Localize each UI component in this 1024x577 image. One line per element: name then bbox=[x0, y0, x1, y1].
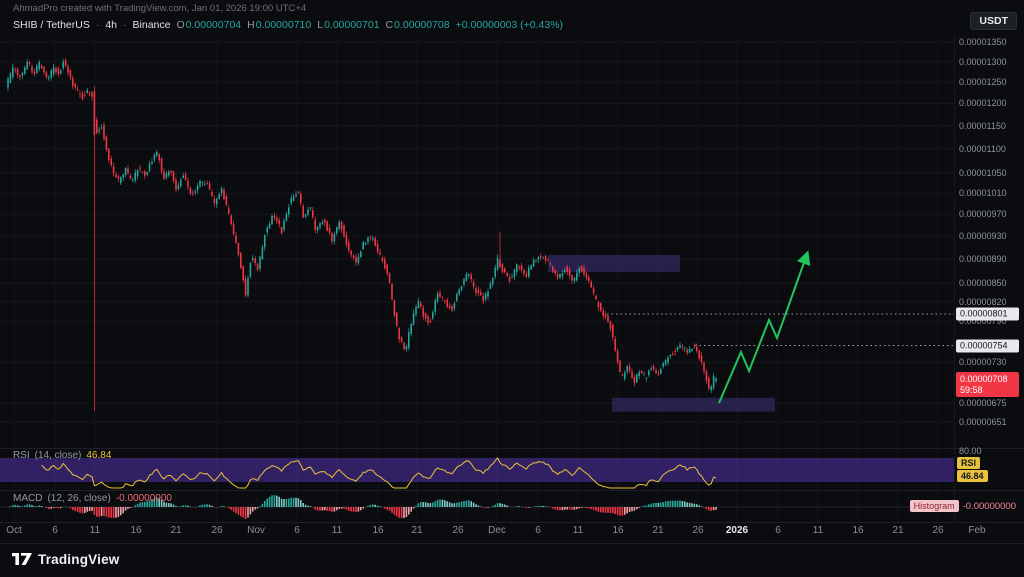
pane-separator[interactable] bbox=[0, 448, 1024, 449]
time-axis-label[interactable]: 26 bbox=[211, 525, 222, 536]
symbol-name[interactable]: SHIB / TetherUS bbox=[13, 19, 90, 31]
time-axis-separator bbox=[0, 522, 1024, 523]
close-label: C bbox=[386, 19, 394, 31]
time-axis-label[interactable]: 16 bbox=[852, 525, 863, 536]
pane-separator[interactable] bbox=[0, 490, 1024, 491]
legend-separator: · bbox=[123, 19, 127, 31]
time-axis-label[interactable]: 21 bbox=[652, 525, 663, 536]
price-axis-label: 0.00000970 bbox=[959, 209, 1007, 219]
time-axis-label[interactable]: 16 bbox=[612, 525, 623, 536]
high-label: H bbox=[247, 19, 255, 31]
interval-label[interactable]: 4h bbox=[105, 19, 117, 31]
price-axis-label: 0.00001150 bbox=[959, 121, 1006, 131]
tradingview-logo-icon[interactable] bbox=[12, 551, 32, 572]
time-axis-label[interactable]: 26 bbox=[932, 525, 943, 536]
time-axis-label[interactable]: Nov bbox=[247, 525, 265, 536]
rsi-current-value: 46.84 bbox=[86, 450, 111, 461]
low-value: 0.00000701 bbox=[324, 19, 379, 31]
price-level-label-801[interactable]: 0.00000801 bbox=[956, 308, 1019, 321]
rsi-axis-value-badge: 46.84 bbox=[957, 470, 988, 482]
time-axis-label[interactable]: 2026 bbox=[726, 525, 748, 536]
price-axis-label: 0.00001010 bbox=[959, 188, 1007, 198]
tradingview-snapshot: AhmadPro created with TradingView.com, J… bbox=[0, 0, 1024, 577]
macd-axis-badges: Histogram -0.00000000 bbox=[910, 500, 1016, 512]
price-axis-label: 0.00001300 bbox=[959, 57, 1007, 67]
time-axis-label[interactable]: 16 bbox=[130, 525, 141, 536]
price-axis-label: 0.00000651 bbox=[959, 417, 1007, 427]
time-axis-label[interactable]: 6 bbox=[52, 525, 58, 536]
last-price-value: 0.00000708 bbox=[960, 374, 1019, 385]
price-axis-label: 0.00001100 bbox=[959, 144, 1006, 154]
price-axis-label: 0.00000675 bbox=[959, 398, 1007, 408]
price-axis-label: 0.00000890 bbox=[959, 254, 1007, 264]
time-axis-label[interactable]: 11 bbox=[813, 525, 823, 536]
time-axis-label[interactable]: 6 bbox=[775, 525, 781, 536]
time-axis-label[interactable]: 26 bbox=[452, 525, 463, 536]
macd-current-value: -0.00000000 bbox=[116, 493, 172, 504]
time-axis-label[interactable]: 6 bbox=[535, 525, 541, 536]
time-axis-label[interactable]: 11 bbox=[573, 525, 583, 536]
open-label: O bbox=[176, 19, 184, 31]
price-axis-label: 0.00001200 bbox=[959, 98, 1007, 108]
price-level-label-754[interactable]: 0.00000754 bbox=[956, 339, 1019, 352]
high-value: 0.00000710 bbox=[256, 19, 311, 31]
time-axis-label[interactable]: 21 bbox=[170, 525, 181, 536]
histogram-badge: Histogram bbox=[910, 500, 959, 512]
bar-countdown: 59:58 bbox=[960, 385, 1019, 396]
rsi-params: (14, close) bbox=[35, 450, 82, 461]
chart-legend[interactable]: SHIB / TetherUS · 4h · Binance O0.000007… bbox=[13, 19, 563, 31]
watermark: AhmadPro created with TradingView.com, J… bbox=[13, 3, 306, 14]
price-axis-label: 0.00000820 bbox=[959, 297, 1007, 307]
footer-separator bbox=[0, 543, 1024, 544]
price-axis-label: 0.00001050 bbox=[959, 168, 1007, 178]
price-axis-label: 0.00000730 bbox=[959, 357, 1007, 367]
legend-separator: · bbox=[96, 19, 100, 31]
price-axis-label: 0.00000850 bbox=[959, 278, 1007, 288]
exchange-label: Binance bbox=[133, 19, 171, 31]
time-axis-label[interactable]: Oct bbox=[6, 525, 22, 536]
histogram-value: -0.00000000 bbox=[963, 501, 1016, 512]
rsi-title: RSI bbox=[13, 450, 30, 461]
rsi-scale-label: 80.00 bbox=[959, 446, 982, 456]
macd-indicator-legend[interactable]: MACD (12, 26, close) -0.00000000 bbox=[13, 493, 172, 504]
currency-toggle-button[interactable]: USDT bbox=[970, 12, 1017, 30]
price-axis-label: 0.00000930 bbox=[959, 231, 1007, 241]
low-label: L bbox=[317, 19, 323, 31]
last-price-label: 0.00000708 59:58 bbox=[956, 372, 1019, 397]
close-value: 0.00000708 bbox=[394, 19, 449, 31]
time-axis-label[interactable]: 6 bbox=[294, 525, 300, 536]
time-axis-label[interactable]: Feb bbox=[968, 525, 985, 536]
tradingview-wordmark[interactable]: TradingView bbox=[38, 552, 119, 567]
rsi-axis-badge: RSI bbox=[957, 457, 980, 469]
time-axis-label[interactable]: Dec bbox=[488, 525, 506, 536]
time-axis-label[interactable]: 26 bbox=[692, 525, 703, 536]
macd-params: (12, 26, close) bbox=[47, 493, 110, 504]
time-axis-label[interactable]: 16 bbox=[372, 525, 383, 536]
price-axis-label: 0.00001350 bbox=[959, 37, 1007, 47]
time-axis-label[interactable]: 11 bbox=[332, 525, 342, 536]
price-axis-label: 0.00001250 bbox=[959, 77, 1007, 87]
time-axis-label[interactable]: 21 bbox=[892, 525, 903, 536]
rsi-indicator-legend[interactable]: RSI (14, close) 46.84 bbox=[13, 450, 111, 461]
macd-title: MACD bbox=[13, 493, 42, 504]
time-axis-label[interactable]: 21 bbox=[411, 525, 422, 536]
time-axis-label[interactable]: 11 bbox=[90, 525, 100, 536]
change-value: +0.00000003 (+0.43%) bbox=[456, 19, 563, 31]
open-value: 0.00000704 bbox=[186, 19, 241, 31]
